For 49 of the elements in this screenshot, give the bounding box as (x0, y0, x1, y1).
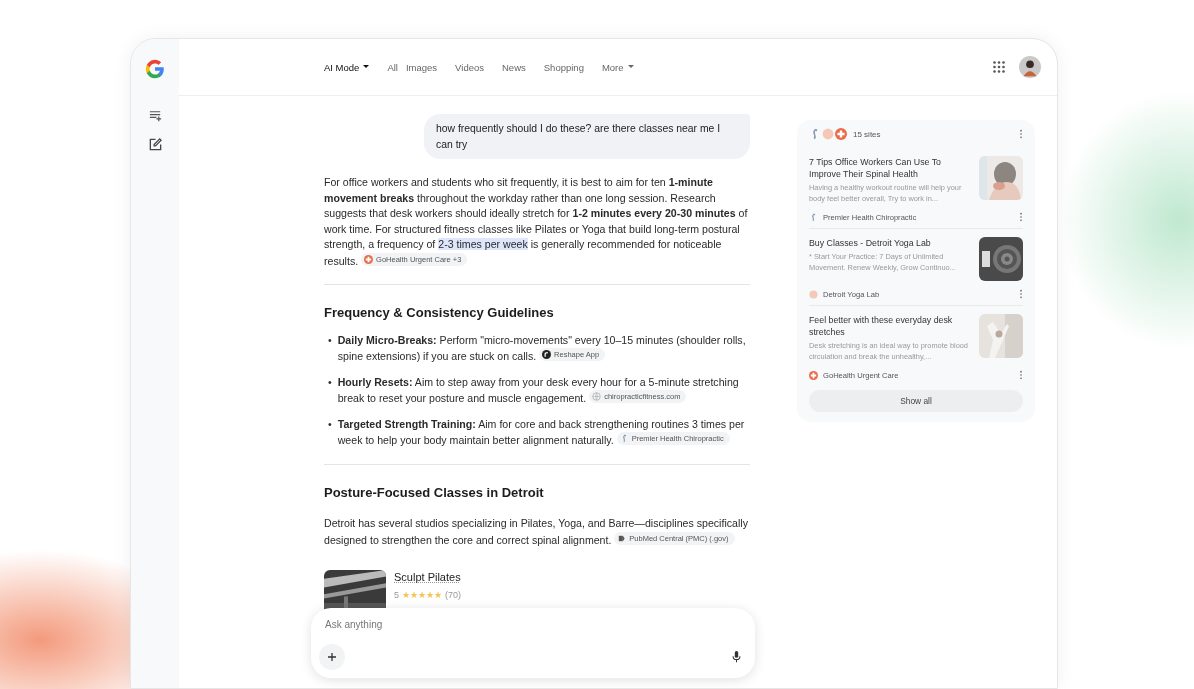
cross-icon (835, 128, 847, 140)
add-button[interactable] (319, 644, 345, 670)
more-icon[interactable] (1019, 129, 1023, 139)
more-icon[interactable] (1019, 370, 1023, 380)
apps-icon[interactable] (993, 61, 1005, 73)
avatar[interactable] (1019, 56, 1041, 78)
source-title[interactable]: Feel better with these everyday desk stretches (809, 314, 969, 338)
logo-icon[interactable] (144, 58, 166, 80)
section-heading: Frequency & Consistency Guidelines (324, 305, 555, 321)
place-link[interactable]: Sculpt Pilates (394, 571, 461, 583)
globe-icon (592, 392, 602, 401)
source-title[interactable]: Buy Classes - Detroit Yoga Lab (809, 237, 969, 249)
star-icon: ★ (434, 589, 442, 600)
star-icon: ★ (402, 589, 410, 600)
review-count: (70) (445, 588, 462, 602)
bullet: • (328, 374, 332, 390)
cross-icon (364, 254, 374, 264)
more-icon[interactable] (1019, 289, 1023, 299)
star-icon: ★ (410, 589, 418, 600)
playlist-add-icon[interactable] (147, 108, 163, 123)
nav-tab[interactable]: Videos (455, 61, 484, 73)
star-icon: ★ (418, 589, 426, 600)
nav-tab[interactable]: All (387, 61, 398, 73)
caret-icon (363, 65, 370, 69)
source-title[interactable]: 7 Tips Office Workers Can Use To Improve Their Spinal Health (809, 156, 969, 180)
nav-tab[interactable]: Images (405, 61, 438, 73)
nav-tab[interactable]: AI Mode (324, 61, 370, 73)
section-heading: Posture-Focused Classes in Detroit (324, 484, 545, 500)
cross-icon (809, 370, 818, 380)
more-icon[interactable] (1019, 212, 1023, 222)
star-icon: ★ (426, 589, 434, 600)
site-count: 15 sites (853, 129, 882, 139)
rating-value: 5 (394, 588, 399, 602)
document-icon (617, 533, 627, 543)
caret-icon (627, 65, 634, 69)
bullet: • (328, 332, 332, 348)
query-bubble: how frequently should I do these? are there classes near me I can try (424, 114, 750, 159)
show-all-button[interactable]: Show all (809, 390, 1023, 412)
figure-icon (809, 212, 818, 222)
edit-icon[interactable] (147, 137, 163, 152)
microphone-icon[interactable] (732, 651, 741, 663)
nav-tab[interactable]: Shopping (543, 61, 584, 73)
dot-icon (809, 289, 818, 299)
plus-icon (327, 652, 337, 662)
logo-icon (542, 350, 552, 359)
nav-tab[interactable]: More (601, 61, 634, 73)
bullet: • (328, 416, 332, 432)
nav-tab[interactable]: News (502, 61, 526, 73)
dot-icon (822, 128, 834, 140)
